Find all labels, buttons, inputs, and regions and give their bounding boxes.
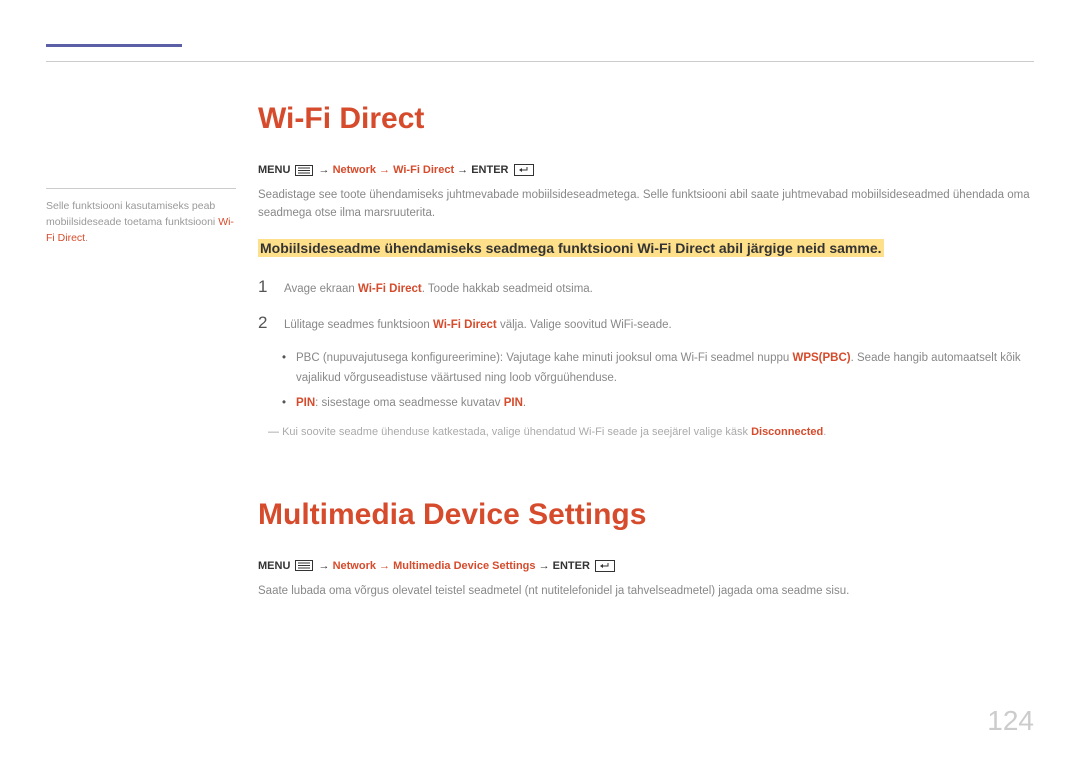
step-bold: Wi-Fi Direct xyxy=(358,283,422,295)
step-num: 1 xyxy=(258,277,270,297)
step-2: 2 Lülitage seadmes funktsioon Wi-Fi Dire… xyxy=(258,313,1034,333)
bullet-mid: : sisestage oma seadmesse kuvatav xyxy=(315,397,504,409)
wifi-highlight-row: Mobiilsideseadme ühendamiseks seadmega f… xyxy=(258,237,1034,259)
step-pre: Lülitage seadmes funktsioon xyxy=(284,319,433,331)
wifi-intro: Seadistage see toote ühendamiseks juhtme… xyxy=(258,186,1034,223)
enter-icon xyxy=(514,164,534,176)
main-content: Wi-Fi Direct MENU → Network → Wi-Fi Dire… xyxy=(258,102,1034,614)
step-bold: Wi-Fi Direct xyxy=(433,319,497,331)
bullet-list: PBC (nupuvajutusega konfigureerimine): V… xyxy=(282,349,1034,414)
crumb-path: Network → Wi-Fi Direct xyxy=(333,164,455,176)
crumb-menu: MENU xyxy=(258,164,290,176)
footnote-bold: Disconnected xyxy=(751,426,823,438)
step-text: Lülitage seadmes funktsioon Wi-Fi Direct… xyxy=(284,319,672,331)
sidebar-note: Selle funktsiooni kasutamiseks peab mobi… xyxy=(46,199,236,246)
footnote-post: . xyxy=(823,426,826,438)
top-rule xyxy=(46,61,1034,62)
step-text: Avage ekraan Wi-Fi Direct. Toode hakkab … xyxy=(284,283,593,295)
crumb-enter: → ENTER xyxy=(454,164,508,176)
bullet-pre: PBC (nupuvajutusega konfigureerimine): V… xyxy=(296,352,792,364)
bullet-bold: WPS(PBC) xyxy=(792,352,850,364)
footnote-pre: Kui soovite seadme ühenduse katkestada, … xyxy=(282,426,751,438)
crumb-enter: → ENTER xyxy=(536,560,590,572)
sidebar-note-pre: Selle funktsiooni kasutamiseks peab mobi… xyxy=(46,200,218,228)
accent-bar xyxy=(46,44,182,47)
menu-icon xyxy=(295,560,313,571)
sidebar-note-post: . xyxy=(85,232,88,244)
heading-wifi-direct: Wi-Fi Direct xyxy=(258,102,1034,136)
sidebar-rule xyxy=(46,188,236,189)
bullet-bold-pre: PIN xyxy=(296,397,315,409)
breadcrumb-mds: MENU → Network → Multimedia Device Setti… xyxy=(258,560,1034,572)
step-1: 1 Avage ekraan Wi-Fi Direct. Toode hakka… xyxy=(258,277,1034,297)
list-item: PIN: sisestage oma seadmesse kuvatav PIN… xyxy=(282,394,1034,414)
step-post: . Toode hakkab seadmeid otsima. xyxy=(422,283,593,295)
list-item: PBC (nupuvajutusega konfigureerimine): V… xyxy=(282,349,1034,388)
bullet-tail: . xyxy=(523,397,526,409)
crumb-menu: MENU xyxy=(258,560,290,572)
heading-mds: Multimedia Device Settings xyxy=(258,498,1034,532)
sidebar: Selle funktsiooni kasutamiseks peab mobi… xyxy=(46,102,236,614)
breadcrumb-wifi: MENU → Network → Wi-Fi Direct → ENTER xyxy=(258,164,1034,176)
step-post: välja. Valige soovitud WiFi-seade. xyxy=(497,319,672,331)
bullet-bold-post: PIN xyxy=(504,397,523,409)
menu-icon xyxy=(295,165,313,176)
enter-icon xyxy=(595,560,615,572)
page-number: 124 xyxy=(987,705,1034,737)
mds-intro: Saate lubada oma võrgus olevatel teistel… xyxy=(258,582,1034,600)
crumb-arrow-1: → xyxy=(319,164,333,176)
wifi-highlight: Mobiilsideseadme ühendamiseks seadmega f… xyxy=(258,239,884,257)
wifi-footnote: Kui soovite seadme ühenduse katkestada, … xyxy=(268,424,1034,442)
step-pre: Avage ekraan xyxy=(284,283,358,295)
crumb-arrow-1: → xyxy=(319,560,333,572)
step-num: 2 xyxy=(258,313,270,333)
crumb-path: Network → Multimedia Device Settings xyxy=(333,560,536,572)
